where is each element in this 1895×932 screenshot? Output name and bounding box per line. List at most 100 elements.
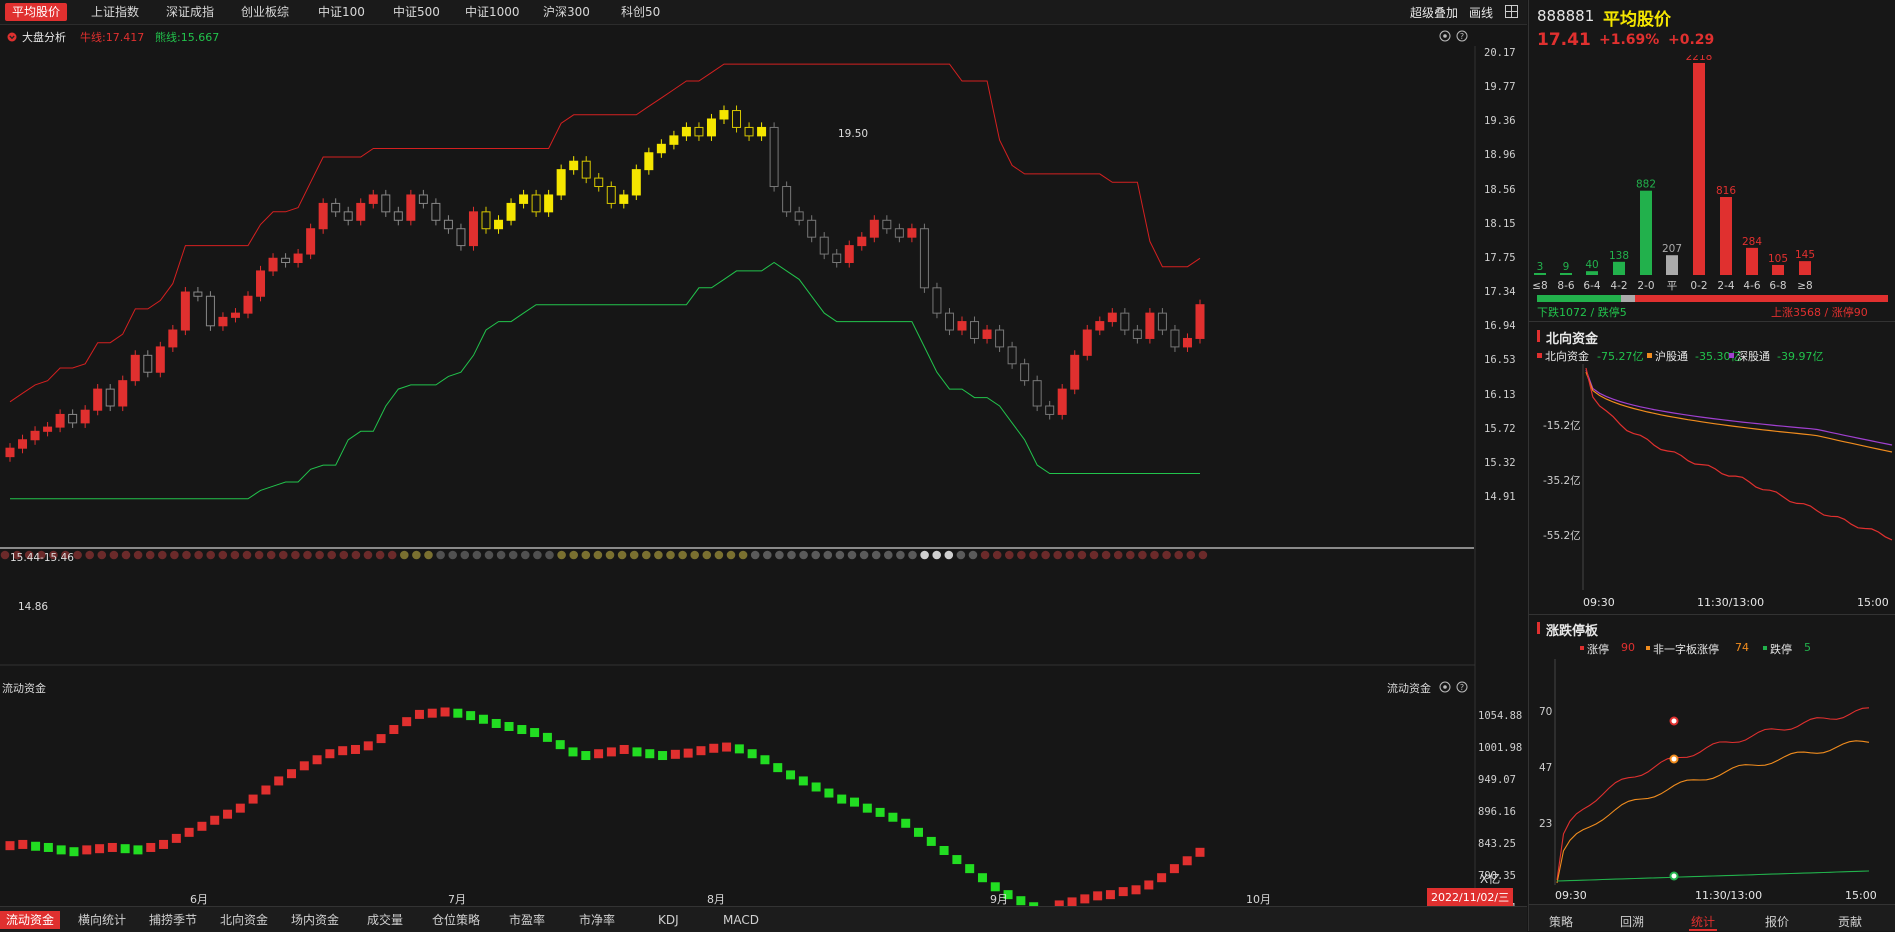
signal-dot: [1186, 550, 1196, 560]
candle-body: [393, 211, 403, 221]
flow-block: [171, 833, 181, 843]
signal-dot: [496, 550, 506, 560]
north-y-tick: -55.2亿: [1543, 530, 1581, 542]
tab-backtrack[interactable]: 回溯: [1620, 913, 1644, 930]
tab-quote[interactable]: 报价: [1765, 913, 1789, 930]
candle-body: [619, 194, 629, 204]
candle-body: [794, 211, 804, 221]
sub-y-tick-label: 949.07: [1478, 774, 1516, 786]
signal-dot: [642, 550, 651, 560]
tab-fishing-season[interactable]: 捕捞季节: [143, 911, 203, 929]
distribution-bar-label: 138: [1609, 250, 1629, 262]
signal-dot: [968, 550, 978, 560]
tab-onfloor-capital[interactable]: 场内资金: [285, 911, 345, 929]
candle-body: [55, 413, 65, 428]
flow-block: [568, 747, 578, 757]
signal-dot: [266, 550, 276, 560]
tab-horizontal-stats[interactable]: 横向统计: [72, 911, 132, 929]
y-tick-label: 17.34: [1484, 286, 1516, 299]
signal-dot: [145, 550, 155, 560]
signal-dot: [339, 550, 349, 560]
candle-body: [970, 321, 980, 339]
signal-dot: [799, 550, 808, 560]
signal-dot: [484, 550, 494, 560]
signal-dot: [581, 550, 591, 560]
current-date-badge: 2022/11/02/三: [1427, 888, 1514, 906]
range-annotation: 15.44-15.46: [10, 552, 74, 564]
tab-pe[interactable]: 市盈率: [503, 911, 551, 929]
candlestick-chart[interactable]: [0, 46, 1527, 906]
flow-block: [977, 873, 987, 883]
tab-csi500[interactable]: 中证500: [386, 3, 447, 21]
subchart-help-icon[interactable]: ?: [1456, 681, 1468, 693]
sub-y-tick-label: 896.16: [1478, 806, 1516, 818]
distribution-category-label: 2-0: [1637, 280, 1654, 292]
tab-contribution[interactable]: 贡献: [1838, 913, 1862, 930]
candle-body: [443, 219, 453, 230]
x-label-jul: 7月: [448, 893, 466, 906]
flow-block: [389, 725, 399, 735]
flow-block: [581, 751, 591, 761]
tab-position-strategy[interactable]: 仓位策略: [426, 911, 486, 929]
tab-shanghai-index[interactable]: 上证指数: [84, 3, 146, 21]
signal-dot: [811, 550, 820, 560]
flow-block: [837, 794, 847, 804]
signal-dot: [775, 550, 784, 560]
distribution-bar: [1586, 271, 1598, 275]
signal-dot: [1198, 550, 1208, 560]
tab-csi1000[interactable]: 中证1000: [458, 3, 527, 21]
signal-dot: [412, 550, 421, 560]
non-oneword-marker: [1669, 754, 1679, 764]
candle-body: [782, 186, 792, 213]
chart-title: 大盘分析: [22, 31, 66, 44]
tab-statistics[interactable]: 统计: [1691, 913, 1715, 930]
limit-down-line: [1556, 870, 1870, 882]
flow-block: [888, 812, 898, 822]
x-label-sep: 9月: [990, 893, 1008, 906]
candle-body: [30, 430, 40, 441]
signal-dot: [279, 550, 288, 560]
flow-block: [261, 785, 271, 795]
settings-icon[interactable]: [1439, 30, 1451, 42]
tab-star50[interactable]: 科创50: [614, 3, 667, 21]
limit-x-tick: 11:30/13:00: [1695, 889, 1763, 902]
limit-up-line: [1556, 707, 1870, 881]
north-y-tick: -35.2亿: [1543, 475, 1581, 487]
signal-dot: [448, 550, 458, 560]
candle-body: [544, 194, 554, 213]
tab-pb[interactable]: 市净率: [573, 911, 621, 929]
tab-chinext[interactable]: 创业板综: [234, 3, 296, 21]
quote-name: 平均股价: [1603, 10, 1671, 30]
distribution-bar: [1613, 261, 1625, 275]
draw-line-button[interactable]: 画线: [1469, 4, 1493, 21]
tab-volume[interactable]: 成交量: [361, 911, 409, 929]
tab-average-price[interactable]: 平均股价: [5, 3, 68, 21]
tab-strategy[interactable]: 策略: [1549, 913, 1573, 930]
flow-block: [1182, 856, 1192, 866]
overlay-button[interactable]: 超级叠加: [1410, 4, 1458, 21]
candle-body: [80, 409, 90, 424]
y-tick-label: 17.75: [1484, 251, 1516, 264]
subchart-settings-icon[interactable]: [1439, 681, 1451, 693]
help-icon[interactable]: ?: [1456, 30, 1468, 42]
flow-block: [760, 755, 770, 765]
dropdown-icon[interactable]: [7, 32, 17, 42]
flow-block: [786, 770, 796, 780]
flow-block: [1105, 890, 1115, 900]
tab-capital-flow[interactable]: 流动资金: [0, 911, 61, 929]
tab-csi100[interactable]: 中证100: [311, 3, 372, 21]
candle-body: [594, 177, 604, 188]
tab-kdj[interactable]: KDJ: [652, 911, 685, 929]
flow-block: [248, 794, 258, 804]
tab-csi300[interactable]: 沪深300: [536, 3, 597, 21]
tab-macd[interactable]: MACD: [717, 911, 765, 929]
tab-northbound[interactable]: 北向资金: [214, 911, 274, 929]
layout-grid-icon[interactable]: [1505, 5, 1518, 18]
candle-body: [669, 135, 679, 145]
flow-block: [338, 746, 348, 756]
tab-shenzhen-index[interactable]: 深证成指: [159, 3, 221, 21]
candle-body: [807, 219, 817, 238]
signal-dot: [569, 550, 578, 560]
candle-body: [1095, 321, 1105, 331]
distribution-bar-label: 105: [1768, 253, 1788, 265]
